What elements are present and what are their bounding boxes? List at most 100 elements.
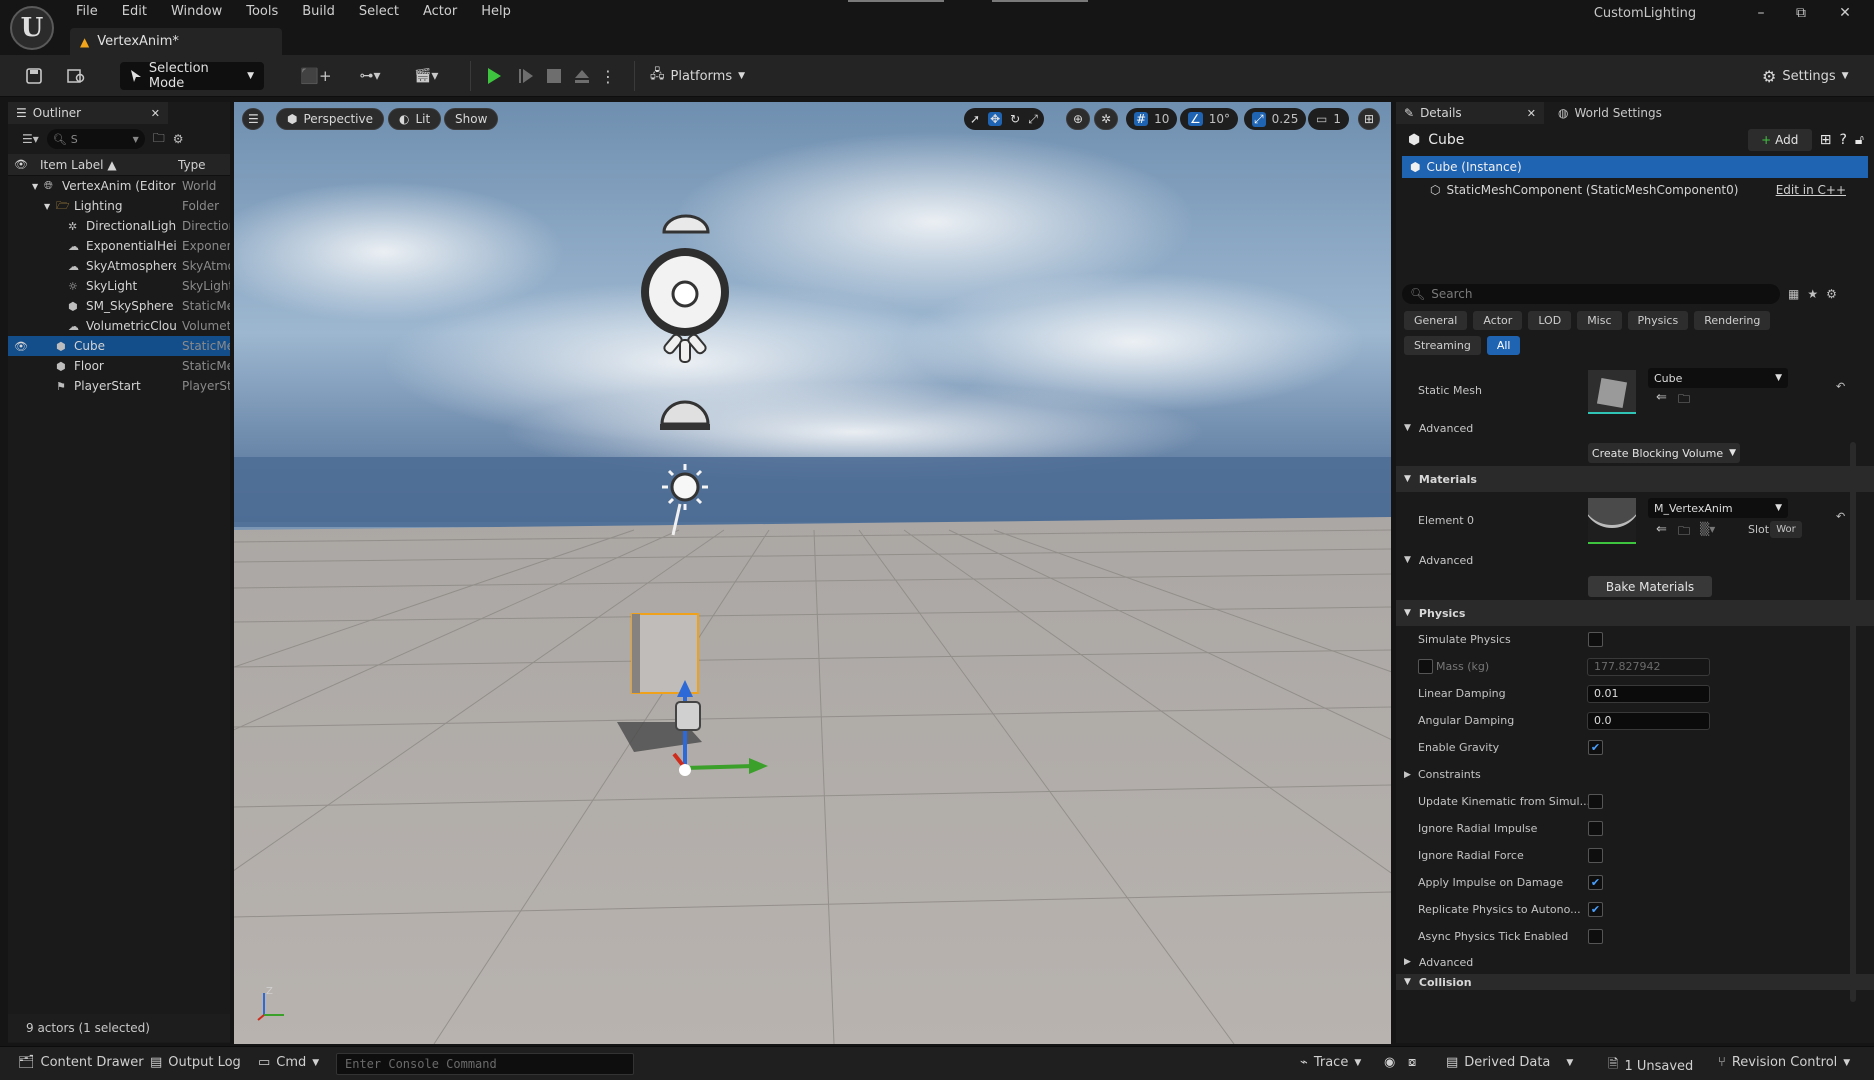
play-icon[interactable] (482, 63, 506, 89)
edit-cpp-link[interactable]: Edit in C++ (1776, 183, 1846, 197)
trace-menu[interactable]: ⌁ Trace ▼ (1300, 1055, 1361, 1070)
filter-tab-streaming[interactable]: Streaming (1404, 336, 1481, 355)
surface-snap-icon[interactable]: ✲ (1094, 108, 1119, 130)
show-button[interactable]: Show (444, 108, 499, 130)
record-icon[interactable]: ◉ (1384, 1055, 1395, 1070)
menu-edit[interactable]: Edit (110, 0, 159, 24)
rotation-snap-toggle[interactable]: ∠ 10° (1180, 108, 1239, 130)
outliner-row[interactable]: ☁︎ ExponentialHeightFog ExponentialHeightF… (8, 236, 230, 256)
gear-icon[interactable]: ⚙ (173, 132, 184, 146)
material-thumbnail[interactable] (1588, 498, 1636, 544)
menu-select[interactable]: Select (347, 0, 411, 24)
move-tool-icon[interactable]: ✥ (988, 112, 1003, 126)
unsaved-button[interactable]: 🗎 1 Unsaved (1608, 1055, 1693, 1077)
bake-materials-button[interactable]: Bake Materials (1588, 576, 1712, 597)
outliner-tab[interactable]: ☰ Outliner ✕ (8, 102, 168, 124)
chevron-down-icon[interactable]: ▼ (32, 182, 38, 191)
advanced-section[interactable]: ▼ Advanced (1396, 548, 1874, 572)
property-checkbox[interactable] (1588, 929, 1603, 944)
world-settings-tab[interactable]: ◍ World Settings (1544, 106, 1662, 120)
create-blocking-volume-button[interactable]: Create Blocking Volume ▼ (1588, 443, 1740, 463)
property-checkbox[interactable]: ✔ (1588, 875, 1603, 890)
material-options-icon[interactable]: ▒▾ (1700, 522, 1715, 536)
perspective-button[interactable]: ⬢ Perspective (276, 108, 384, 130)
minimize-button[interactable]: – (1742, 0, 1780, 26)
advance-frame-icon[interactable] (514, 63, 538, 89)
reset-icon[interactable]: ↶ (1836, 510, 1845, 523)
viewport-options-button[interactable]: ☰ (242, 108, 264, 130)
menu-build[interactable]: Build (290, 0, 347, 24)
collision-category[interactable]: ▼ Collision (1396, 974, 1874, 990)
close-button[interactable]: ✕ (1826, 0, 1864, 26)
property-number-field[interactable]: 0.0 (1587, 711, 1710, 730)
revision-control-menu[interactable]: ⑂ Revision Control ▼ (1718, 1055, 1850, 1070)
column-header-label[interactable]: Item Label ▲ (40, 158, 117, 172)
cinematics-icon[interactable]: 🎬︎▾ (406, 63, 446, 89)
menu-window[interactable]: Window (159, 0, 234, 24)
outliner-row[interactable]: ☼ SkyLight SkyLight (8, 276, 230, 296)
material-picker[interactable]: M_VertexAnim ▼ (1648, 498, 1788, 518)
scale-snap-toggle[interactable]: ⤢ 0.25 (1244, 108, 1307, 130)
visibility-icon[interactable]: 👁︎ (14, 340, 28, 353)
close-tab-icon[interactable]: ✕ (151, 107, 160, 120)
maximize-button[interactable]: ⧉ (1782, 0, 1820, 26)
mass-field[interactable]: 177.827942 (1587, 657, 1710, 676)
stop-icon[interactable] (542, 63, 566, 89)
select-tool-icon[interactable]: ➚ (970, 112, 980, 126)
more-options-icon[interactable]: ⋮ (600, 63, 616, 89)
visibility-icon[interactable]: 👁︎ (14, 158, 28, 171)
star-icon[interactable]: ★ (1807, 287, 1818, 301)
add-actor-icon[interactable]: ⬛+ (296, 63, 336, 89)
use-selected-icon[interactable]: ⇐ (1656, 522, 1667, 537)
property-number-field[interactable]: 0.01 (1587, 684, 1710, 703)
outliner-row[interactable]: ▼ 🗁 Lighting Folder (8, 196, 230, 216)
advanced-section[interactable]: ▼ Advanced (1396, 416, 1874, 440)
slot-value[interactable]: Wor (1770, 521, 1802, 538)
lock-icon[interactable]: 🔓︎ (1855, 132, 1864, 148)
static-mesh-picker[interactable]: Cube ▼ (1648, 368, 1788, 388)
world-space-icon[interactable]: ⊕ (1066, 108, 1091, 130)
level-viewport[interactable]: Z ☰ ⬢ Perspective ◐ Lit Show ➚ ✥ ↻ ⤢ ⊕ ✲ #… (234, 102, 1391, 1044)
derived-data-menu[interactable]: ▤ Derived Data ▼ (1446, 1055, 1573, 1070)
menu-actor[interactable]: Actor (411, 0, 469, 24)
outliner-row[interactable]: ☁︎ VolumetricCloud VolumetricCloud (8, 316, 230, 336)
blueprint-icon[interactable]: ⊶▾ (350, 63, 390, 89)
selection-mode-dropdown[interactable]: Selection Mode ▼ (120, 61, 264, 91)
outliner-row[interactable]: ▼ 🌐︎ VertexAnim (Editor) World (8, 176, 230, 196)
mass-override-checkbox[interactable] (1418, 659, 1433, 674)
filter-tab-all[interactable]: All (1486, 336, 1521, 355)
mesh-thumbnail[interactable] (1588, 370, 1636, 414)
component-item[interactable]: ⬡ StaticMeshComponent (StaticMeshCompone… (1396, 178, 1874, 202)
outliner-row[interactable]: ☁︎ SkyAtmosphere SkyAtmosphere (8, 256, 230, 276)
chevron-down-icon[interactable]: ▼ (44, 202, 50, 211)
save-icon[interactable] (22, 63, 46, 89)
browse-icon[interactable]: 🗀 (1678, 522, 1690, 543)
rotate-tool-icon[interactable]: ↻ (1010, 112, 1020, 126)
property-checkbox[interactable] (1588, 794, 1603, 809)
component-root[interactable]: ⬢ Cube (Instance) (1402, 156, 1868, 178)
advanced-section[interactable]: ▶ Advanced (1396, 950, 1874, 974)
outliner-row[interactable]: 👁︎ ⬢ Cube StaticMeshActor (8, 336, 230, 356)
filter-tab-general[interactable]: General (1404, 311, 1468, 330)
unreal-logo[interactable]: U (10, 6, 54, 50)
gear-icon[interactable]: ⚙ (1826, 287, 1837, 301)
reset-icon[interactable]: ↶ (1836, 380, 1845, 393)
lit-button[interactable]: ◐ Lit (388, 108, 442, 130)
platforms-menu[interactable]: 🖧 Platforms ▼ (650, 65, 745, 87)
property-checkbox[interactable] (1588, 821, 1603, 836)
outliner-row[interactable]: ⬢ SM_SkySphere StaticMeshActor (8, 296, 230, 316)
console-input[interactable]: Enter Console Command (336, 1053, 634, 1075)
filter-tab-actor[interactable]: Actor (1473, 311, 1523, 330)
chevron-right-icon[interactable]: ▶ (1404, 770, 1411, 780)
column-header-type[interactable]: Type (178, 158, 226, 172)
details-search-input[interactable]: 🔍︎ Search (1402, 284, 1780, 304)
menu-file[interactable]: File (64, 0, 110, 24)
use-selected-icon[interactable]: ⇐ (1656, 390, 1667, 405)
settings-menu[interactable]: ⚙ Settings ▼ (1762, 65, 1849, 87)
materials-category[interactable]: ▼ Materials (1396, 466, 1874, 492)
property-checkbox[interactable] (1588, 632, 1603, 647)
close-tab-icon[interactable]: ✕ (1527, 107, 1536, 120)
menu-tools[interactable]: Tools (234, 0, 290, 24)
grid-snap-toggle[interactable]: # 10 (1126, 108, 1178, 130)
filter-tab-rendering[interactable]: Rendering (1694, 311, 1771, 330)
